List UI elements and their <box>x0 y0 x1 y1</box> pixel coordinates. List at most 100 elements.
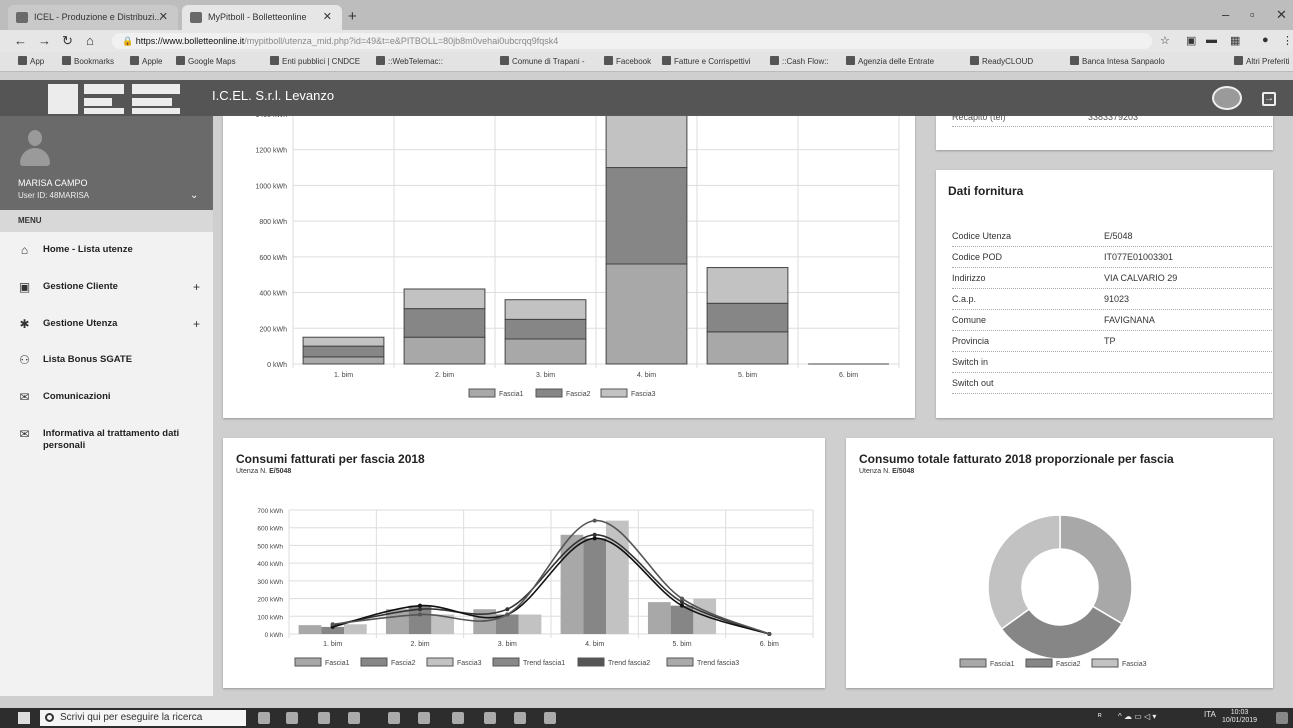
chrome-icon[interactable] <box>452 712 464 724</box>
trend-point <box>418 612 422 617</box>
bookmark-icon <box>662 56 671 65</box>
bookmark-item[interactable]: ReadyCLOUD <box>970 56 1033 66</box>
legend-label: Fascia1 <box>325 660 350 667</box>
expand-icon[interactable]: + <box>193 280 200 294</box>
extension-icon[interactable]: ▬ <box>1206 34 1217 46</box>
forward-icon[interactable]: → <box>38 33 51 48</box>
excel-icon[interactable] <box>544 712 556 724</box>
task-view-icon[interactable] <box>286 712 298 724</box>
star-icon[interactable]: ☆ <box>1160 34 1170 47</box>
donut-slice <box>987 514 1061 630</box>
bookmark-item[interactable]: Agenzia delle Entrate <box>846 56 934 66</box>
mail-icon[interactable] <box>418 712 430 724</box>
home-browser-icon[interactable]: ⌂ <box>86 33 94 48</box>
bar <box>706 331 789 365</box>
bar-trend-chart: 0 kWh 100 kWh 200 kWh 300 kWh 400 kWh 500 kWh… <box>257 508 814 667</box>
people-icon[interactable]: ᴿ <box>1098 712 1102 721</box>
sidebar-item-home[interactable]: ⌂ Home - Lista utenze <box>0 232 213 268</box>
windows-start-icon[interactable] <box>18 712 30 724</box>
bar <box>302 336 385 347</box>
sidebar-item-bonus-sgate[interactable]: ⚇ Lista Bonus SGATE <box>0 342 213 378</box>
chevron-down-icon[interactable]: ⌄ <box>190 190 198 201</box>
trend-point <box>680 596 684 601</box>
expand-icon[interactable]: + <box>193 317 200 331</box>
sidebar-item-gestione-utenza[interactable]: ✱ Gestione Utenza + <box>0 306 213 342</box>
bookmark-item[interactable]: Apple <box>130 56 162 66</box>
data-row: Switch out <box>952 373 1272 394</box>
bookmark-item[interactable]: Google Maps <box>176 56 236 66</box>
bimonthly-consumption-card: 0 kWh 200 kWh 400 kWh 600 kWh 800 kWh 1000 kW… <box>223 59 915 418</box>
trend-point <box>767 632 772 636</box>
close-tab-icon[interactable]: ✕ <box>159 5 168 30</box>
browser-tab-mypitboll[interactable]: MyPitboll - Bolletteonline ✕ <box>182 5 342 30</box>
bar <box>403 288 486 310</box>
profile-icon[interactable]: ● <box>1262 34 1269 46</box>
other-bookmarks[interactable]: Altri Preferiti <box>1234 56 1290 66</box>
bar <box>504 338 587 365</box>
x-tick-label: 6. bim <box>760 641 779 648</box>
bookmark-item[interactable]: Facebook <box>604 56 651 66</box>
bar <box>504 318 587 340</box>
trend-point <box>592 532 597 537</box>
extension-icon[interactable]: ▣ <box>1186 34 1196 47</box>
y-tick-label: 1200 kWh <box>255 148 287 155</box>
mic-icon[interactable] <box>258 712 270 724</box>
sidebar-item-informativa[interactable]: ✉ Informativa al trattamento dati person… <box>0 416 213 460</box>
outlook-icon[interactable] <box>484 712 496 724</box>
browser-tab-bar: ICEL - Produzione e Distribuzi... ✕ MyPi… <box>0 0 1293 30</box>
y-tick-label: 400 kWh <box>257 561 283 568</box>
gear-icon: ✱ <box>19 317 30 331</box>
notification-icon[interactable] <box>1276 712 1288 724</box>
trend-point <box>592 518 597 523</box>
legend-swatch <box>468 388 496 398</box>
data-row: Provincia TP <box>952 331 1272 352</box>
trend-point <box>680 600 684 605</box>
x-tick-label: 6. bim <box>839 372 858 379</box>
bar <box>403 308 486 338</box>
legend-swatch <box>1091 658 1119 668</box>
data-row: Indirizzo VIA CALVARIO 29 <box>952 268 1272 289</box>
back-icon[interactable]: ← <box>14 33 27 48</box>
close-tab-icon[interactable]: ✕ <box>323 5 332 30</box>
trend-point <box>418 603 422 608</box>
legend-label: Fascia1 <box>990 661 1015 668</box>
trend-point <box>330 622 335 627</box>
bookmark-item[interactable]: Fatture e Corrispettivi <box>662 56 750 66</box>
bookmark-item[interactable]: Enti pubblici | CNDCE <box>270 56 360 66</box>
sidebar-item-label: Gestione Utenza <box>43 318 118 329</box>
bookmark-item[interactable]: Banca Intesa Sanpaolo <box>1070 56 1165 66</box>
legend-swatch <box>1025 658 1053 668</box>
bookmark-item[interactable]: Bookmarks <box>62 56 114 66</box>
bookmark-item[interactable]: Comune di Trapani - <box>500 56 584 66</box>
tray-icons[interactable]: ^ ☁ ▭ ◁ ▾ <box>1118 712 1156 721</box>
logout-icon[interactable]: → <box>1262 92 1276 106</box>
extension-icon[interactable]: ▦ <box>1230 34 1240 47</box>
x-tick-label: 2. bim <box>410 641 429 648</box>
menu-dots-icon[interactable]: ⋮ <box>1282 34 1293 47</box>
minimize-button[interactable]: – <box>1222 7 1229 22</box>
reload-icon[interactable]: ↻ <box>62 33 73 49</box>
language-indicator[interactable]: ITA <box>1204 710 1216 719</box>
bookmark-icon <box>846 56 855 65</box>
url-input[interactable]: 🔒 https://www.bolletteonline.it/mypitbol… <box>112 33 1152 49</box>
store-icon[interactable] <box>388 712 400 724</box>
app-icon[interactable] <box>514 712 526 724</box>
window-close-button[interactable]: ✕ <box>1276 7 1287 23</box>
taskbar-search-input[interactable]: Scrivi qui per eseguire la ricerca <box>40 710 246 726</box>
edge-icon[interactable] <box>318 712 330 724</box>
new-tab-button[interactable]: + <box>348 8 357 25</box>
sidebar-item-comunicazioni[interactable]: ✉ Comunicazioni <box>0 379 213 415</box>
bookmark-item[interactable]: ::Cash Flow:: <box>770 56 829 66</box>
maximize-button[interactable]: ▫ <box>1250 7 1255 22</box>
trend-point <box>592 536 597 541</box>
x-tick-label: 5. bim <box>738 372 757 379</box>
explorer-icon[interactable] <box>348 712 360 724</box>
bar <box>706 302 789 333</box>
legend-swatch <box>360 657 388 667</box>
bookmark-item[interactable]: App <box>18 56 44 66</box>
clock[interactable]: 10:03 10/01/2019 <box>1222 709 1257 725</box>
company-name: I.C.EL. S.r.l. Levanzo <box>212 88 335 103</box>
sidebar-item-gestione-cliente[interactable]: ▣ Gestione Cliente + <box>0 269 213 305</box>
browser-tab-icel[interactable]: ICEL - Produzione e Distribuzi... ✕ <box>8 5 178 30</box>
bookmark-item[interactable]: ::WebTelemac:: <box>376 56 443 66</box>
